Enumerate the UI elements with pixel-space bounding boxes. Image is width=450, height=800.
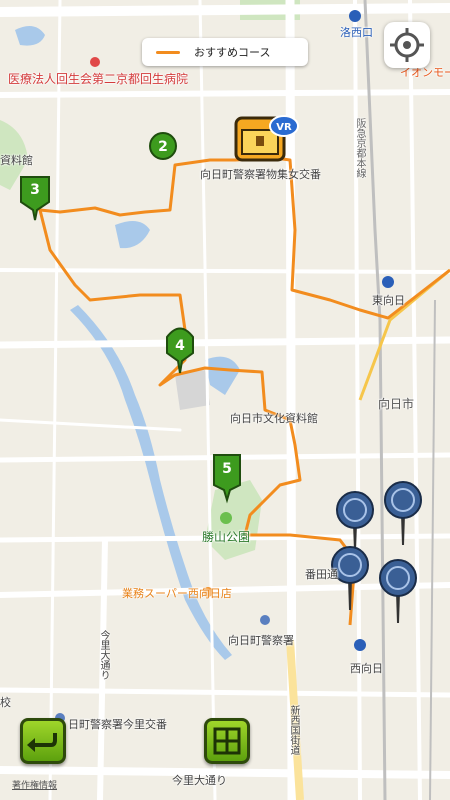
hospital-icon [90, 57, 100, 67]
label-gyomu-super: 業務スーパー西向日店 [122, 587, 232, 600]
label-bunka-shiryokan: 向日市文化資料館 [230, 412, 318, 425]
label-mukoshi: 向日市 [378, 397, 415, 411]
station-icon-higashimuko [382, 276, 394, 288]
label-police-mukomachi: 向日町警察署 [228, 634, 294, 647]
legend-label: おすすめコース [194, 46, 271, 59]
label-shiryokan: 資料館 [0, 154, 33, 167]
label-shinsaikoku: 新西国街道 [288, 705, 299, 755]
locate-button[interactable] [384, 22, 430, 68]
course-marker-3-label: 3 [30, 182, 40, 198]
label-imazato-odori-vertical: 今里大通り [98, 630, 109, 680]
copyright-link[interactable]: 著作権情報 [12, 778, 57, 791]
police-icon [260, 615, 270, 625]
course-marker-2[interactable]: 2 [149, 132, 177, 160]
label-railway: 阪急京都本線 [354, 118, 365, 178]
vr-badge-label: VR [276, 122, 292, 133]
park-icon [220, 512, 232, 524]
station-icon-rakusai [349, 10, 361, 22]
map-grid-icon [213, 727, 241, 755]
label-hospital: 医療法人回生会第二京都回生病院 [8, 72, 189, 86]
label-katsuyama-park: 勝山公園 [202, 530, 251, 544]
locate-crosshair-icon [390, 28, 424, 62]
legend-line [156, 50, 180, 54]
label-bandori: 番田通 [305, 568, 338, 581]
label-school: 校 [0, 696, 11, 709]
vr-badge: VR [269, 115, 299, 137]
course-marker-5-label: 5 [222, 461, 232, 477]
course-marker-4-label: 4 [175, 338, 185, 354]
label-station-higashimuko: 東向日 [372, 294, 405, 307]
facility-area [175, 370, 210, 410]
course-marker-2-label: 2 [158, 139, 168, 155]
back-button[interactable] [20, 718, 66, 764]
label-station-rakusai: 洛西口 [340, 26, 373, 39]
return-arrow-icon [27, 733, 57, 752]
label-police-box-mukomachi: 向日町警察署物集女交番 [200, 168, 321, 181]
map-toggle-button[interactable] [204, 718, 250, 764]
label-station-nishimuko: 西向日 [350, 662, 383, 675]
course-legend: おすすめコース [142, 38, 308, 66]
label-imazato-odori-horizontal: 今里大通り [172, 774, 227, 787]
label-imazato-police-box: 日町警察署今里交番 [68, 718, 167, 731]
station-icon-nishimuko [354, 639, 366, 651]
